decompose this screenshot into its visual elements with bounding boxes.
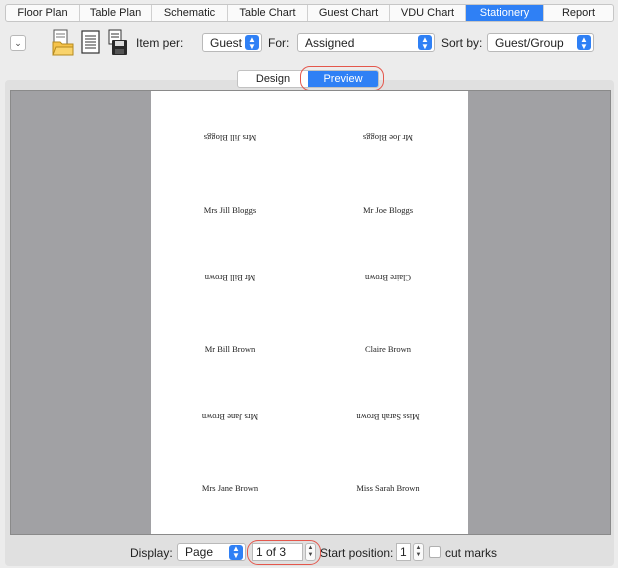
start-position-stepper[interactable]: ▲ ▼ xyxy=(413,543,424,561)
tab-table-chart[interactable]: Table Chart xyxy=(228,5,308,21)
view-mode-control: Design Preview xyxy=(237,70,379,88)
place-card-name-flipped: Claire Brown xyxy=(364,273,412,283)
display-select[interactable]: Page ▲ ▼ xyxy=(177,543,246,561)
tab-stationery[interactable]: Stationery xyxy=(466,5,544,21)
stationery-page: Mrs Jill Bloggs Mr Joe Bloggs Mrs Jill B… xyxy=(151,91,468,534)
toolbar: ⌄ Item per: Guest ▲ ▼ For: Assigned ▲ ▼ So… xyxy=(0,24,618,66)
tab-bar: Floor Plan Table Plan Schematic Table Ch… xyxy=(5,4,614,22)
place-card-name-flipped: Mrs Jill Bloggs xyxy=(203,133,257,143)
tab-guest-chart[interactable]: Guest Chart xyxy=(308,5,390,21)
down-arrow-icon: ▼ xyxy=(415,552,422,558)
place-card-name-flipped: Mr Joe Bloggs xyxy=(362,133,414,143)
place-card-name: Miss Sarah Brown xyxy=(356,483,420,493)
display-label: Display: xyxy=(130,546,173,560)
design-button[interactable]: Design xyxy=(238,71,308,87)
place-card-name: Mrs Jane Brown xyxy=(201,483,259,493)
item-per-label: Item per: xyxy=(136,36,184,50)
preview-button[interactable]: Preview xyxy=(308,71,378,87)
page-indicator-field[interactable]: 1 of 3 xyxy=(252,543,303,561)
cut-marks-checkbox[interactable] xyxy=(429,546,441,558)
tab-floor-plan[interactable]: Floor Plan xyxy=(6,5,80,21)
start-position-label: Start position: xyxy=(320,546,394,560)
up-arrow-icon: ▲ xyxy=(307,545,314,551)
cut-marks-label: cut marks xyxy=(445,546,498,560)
open-folder-icon[interactable] xyxy=(52,28,74,56)
place-card-name: Claire Brown xyxy=(364,344,412,354)
sort-by-select[interactable]: Guest/Group ▲ ▼ xyxy=(487,33,594,52)
bottom-bar: Display: Page ▲ ▼ 1 of 3 ▲ ▼ Start positi… xyxy=(0,540,618,565)
for-select[interactable]: Assigned ▲ ▼ xyxy=(297,33,435,52)
save-icon[interactable] xyxy=(106,28,128,56)
up-arrow-icon: ▲ xyxy=(415,545,422,551)
sort-by-label: Sort by: xyxy=(441,36,483,50)
tab-table-plan[interactable]: Table Plan xyxy=(80,5,152,21)
place-card-name: Mrs Jill Bloggs xyxy=(203,205,257,215)
select-arrows-icon: ▲ ▼ xyxy=(229,544,243,560)
place-card-name: Mr Bill Brown xyxy=(204,344,256,354)
item-per-select[interactable]: Guest ▲ ▼ xyxy=(202,33,262,52)
select-arrows-icon: ▲ ▼ xyxy=(245,35,259,50)
for-label: For: xyxy=(268,36,290,50)
collapse-button[interactable]: ⌄ xyxy=(10,35,26,51)
place-card-name: Mr Joe Bloggs xyxy=(362,205,414,215)
place-card-name-flipped: Mr Bill Brown xyxy=(204,273,256,283)
start-position-field[interactable]: 1 xyxy=(396,543,411,561)
document-icon[interactable] xyxy=(80,28,102,56)
place-card-name-flipped: Miss Sarah Brown xyxy=(356,412,420,422)
tab-schematic[interactable]: Schematic xyxy=(152,5,228,21)
place-card-name-flipped: Mrs Jane Brown xyxy=(201,412,259,422)
chevron-down-icon: ⌄ xyxy=(14,37,22,48)
page-stepper[interactable]: ▲ ▼ xyxy=(305,543,316,561)
tab-report[interactable]: Report xyxy=(544,5,613,21)
tab-vdu-chart[interactable]: VDU Chart xyxy=(390,5,466,21)
down-arrow-icon: ▼ xyxy=(307,552,314,558)
select-arrows-icon: ▲ ▼ xyxy=(577,35,591,50)
preview-canvas[interactable]: Mrs Jill Bloggs Mr Joe Bloggs Mrs Jill B… xyxy=(10,90,611,535)
select-arrows-icon: ▲ ▼ xyxy=(418,35,432,50)
